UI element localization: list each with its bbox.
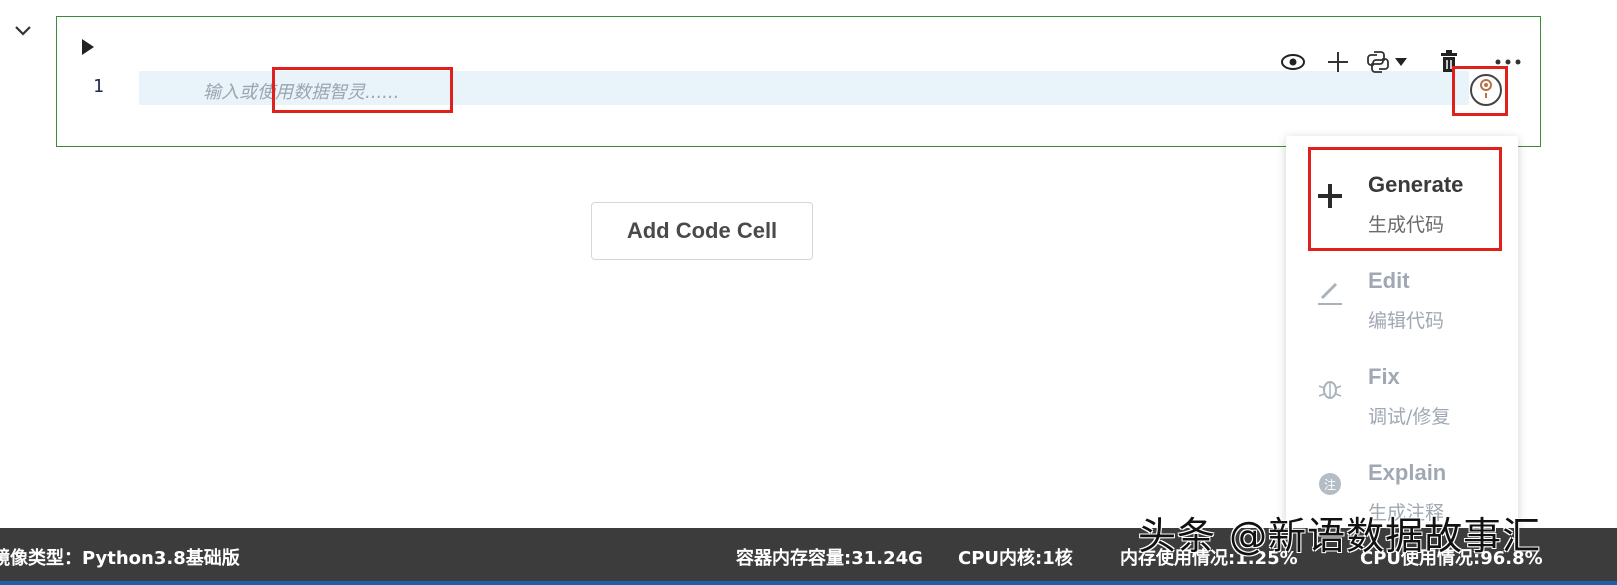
add-cell-plus-icon[interactable] [1325,45,1351,79]
status-bar-accent [0,581,1617,585]
bug-icon [1318,381,1342,399]
pencil-icon [1318,282,1342,305]
menu-item-subtitle: 编辑代码 [1368,310,1445,332]
status-cpu-cores: CPU内核:1核 [958,548,1073,569]
menu-item-title: Fix [1368,364,1400,389]
eye-icon[interactable] [1279,45,1307,79]
status-memory-capacity: 容器内存容量:31.24G [736,548,923,569]
menu-item-subtitle: 调试/修复 [1368,406,1451,428]
generate-highlight-box [1308,147,1502,251]
status-image-type: 镜像类型：Python3.8基础版 [0,548,240,569]
run-cell-icon[interactable] [79,37,97,57]
dropdown-icon[interactable] [1393,45,1409,79]
python-icon[interactable] [1365,45,1391,79]
menu-item-fix[interactable]: Fix 调试/修复 [1286,338,1518,428]
add-code-cell-button[interactable]: Add Code Cell [591,202,813,260]
placeholder-highlight-box [272,67,453,113]
comment-icon: 注 [1319,473,1341,495]
menu-item-title: Edit [1368,268,1410,293]
ai-button-highlight-box [1452,66,1508,116]
svg-text:注: 注 [1324,477,1336,492]
collapse-chevron-icon[interactable] [10,18,36,44]
menu-item-title: Explain [1368,460,1447,485]
menu-item-edit[interactable]: Edit 编辑代码 [1286,242,1518,332]
line-number: 1 [93,76,104,97]
watermark-text: 头条 @新语数据故事汇 [1138,514,1542,558]
